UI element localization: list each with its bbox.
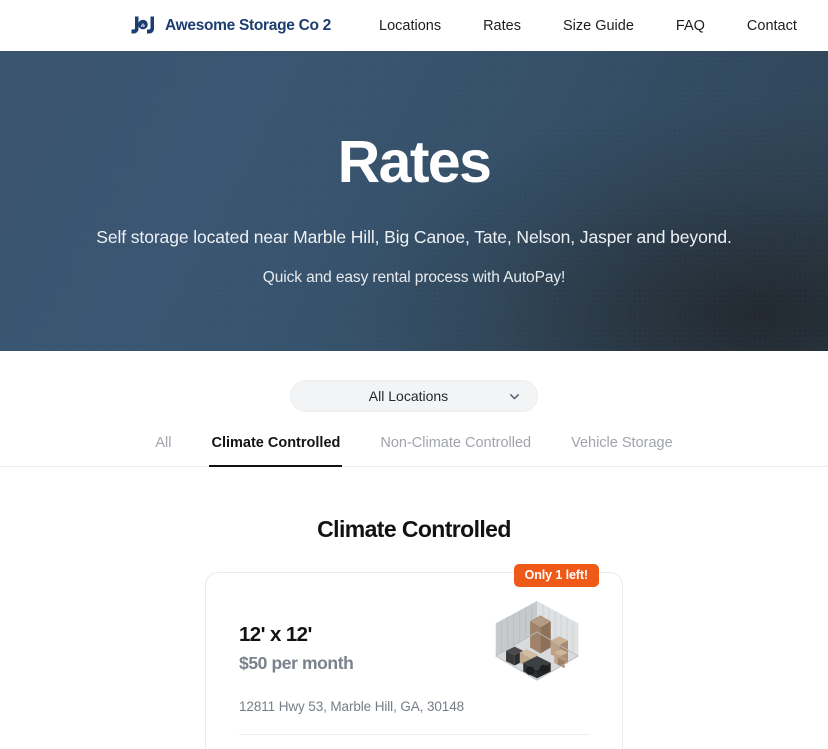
site-header: & Awesome Storage Co 2 Locations Rates S… — [0, 0, 828, 51]
nav-item-locations[interactable]: Locations — [379, 18, 441, 34]
nav-item-size-guide[interactable]: Size Guide — [563, 18, 634, 34]
results-section: Climate Controlled Only 1 left! 12' x 12… — [0, 516, 828, 749]
unit-card-list: Only 1 left! 12' x 12' $50 per month 128… — [0, 564, 828, 749]
unit-type-tabs: All Climate Controlled Non-Climate Contr… — [0, 435, 828, 467]
nav-item-faq[interactable]: FAQ — [676, 18, 705, 34]
filter-section: All Locations All Climate Controlled Non… — [0, 351, 828, 467]
unit-size: 12' x 12' — [239, 623, 312, 646]
hero-subtitle: Self storage located near Marble Hill, B… — [96, 226, 732, 247]
location-select[interactable]: All Locations — [290, 380, 538, 412]
hero-banner: Rates Self storage located near Marble H… — [0, 51, 828, 351]
unit-price: $50 per month — [239, 653, 354, 673]
location-select-value: All Locations — [368, 388, 449, 404]
chevron-down-icon — [509, 393, 520, 399]
availability-badge: Only 1 left! — [513, 564, 599, 587]
tab-non-climate-controlled[interactable]: Non-Climate Controlled — [380, 435, 531, 466]
tab-all[interactable]: All — [155, 435, 171, 466]
nav-item-rates[interactable]: Rates — [483, 18, 521, 34]
main-navigation: Locations Rates Size Guide FAQ Contact — [379, 18, 797, 34]
unit-card-body: 12' x 12' $50 per month 12811 Hwy 53, Ma… — [239, 601, 589, 714]
unit-card-info: 12' x 12' $50 per month 12811 Hwy 53, Ma… — [239, 601, 464, 714]
location-select-container: All Locations — [0, 380, 828, 412]
brand-name: Awesome Storage Co 2 — [165, 16, 331, 34]
section-title: Climate Controlled — [317, 516, 511, 542]
page-title: Rates — [337, 129, 492, 195]
nav-item-contact[interactable]: Contact — [747, 18, 797, 34]
brand-logo-link[interactable]: & Awesome Storage Co 2 — [130, 15, 331, 37]
tab-climate-controlled[interactable]: Climate Controlled — [209, 435, 343, 467]
unit-feature: Climate Controlled — [239, 735, 589, 749]
tab-vehicle-storage[interactable]: Vehicle Storage — [571, 435, 673, 466]
unit-address: 12811 Hwy 53, Marble Hill, GA, 30148 — [239, 699, 465, 714]
jj-monogram-logo-icon: & — [131, 16, 154, 33]
hero-tagline: Quick and easy rental process with AutoP… — [262, 268, 566, 286]
storage-unit-illustration-icon — [494, 601, 580, 681]
unit-card[interactable]: Only 1 left! 12' x 12' $50 per month 128… — [205, 564, 623, 749]
svg-text:&: & — [141, 22, 146, 28]
